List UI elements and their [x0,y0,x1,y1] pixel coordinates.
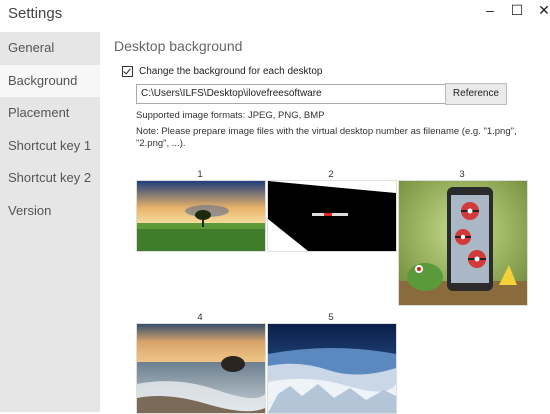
sidebar-item-placement[interactable]: Placement [0,97,100,130]
sidebar-item-shortcut-key-1[interactable]: Shortcut key 1 [0,130,100,163]
sidebar-item-background[interactable]: Background [0,64,100,97]
settings-sidebar: General Background Placement Shortcut ke… [0,32,100,412]
thumbnail-5-image[interactable] [267,323,397,414]
reference-button[interactable]: Reference [445,83,507,105]
thumbnail-3-image[interactable] [398,180,528,306]
thumbnail-5-number: 5 [328,312,334,323]
title-bar: Settings – ☐ ✕ [0,0,550,32]
thumbnail-4-number: 4 [197,312,203,323]
sidebar-item-shortcut-key-2[interactable]: Shortcut key 2 [0,162,100,195]
change-background-option[interactable]: Change the background for each desktop [122,66,322,77]
sidebar-item-general[interactable]: General [0,32,100,65]
thumbnail-2-number: 2 [328,169,334,180]
thumbnail-2-image[interactable] [267,180,397,252]
window-title: Settings [8,5,63,22]
change-background-label: Change the background for each desktop [139,66,323,77]
close-button[interactable]: ✕ [530,0,550,20]
change-background-checkbox[interactable] [122,66,133,77]
thumbnail-3-number: 3 [459,169,465,180]
thumbnail-1-number: 1 [197,169,203,180]
filename-note: Note: Please prepare image files with th… [136,126,517,149]
maximize-button[interactable]: ☐ [503,0,531,20]
supported-formats-text: Supported image formats: JPEG, PNG, BMP [136,110,325,121]
sidebar-item-version[interactable]: Version [0,195,100,228]
thumbnail-1-image[interactable] [136,180,266,252]
thumbnail-4-image[interactable] [136,323,266,414]
folder-path-input[interactable]: C:\Users\ILFS\Desktop\ilovefreesoftware [136,84,446,104]
settings-content: Desktop background Change the background… [100,32,550,414]
section-heading: Desktop background [114,38,243,54]
minimize-button[interactable]: – [476,0,504,20]
